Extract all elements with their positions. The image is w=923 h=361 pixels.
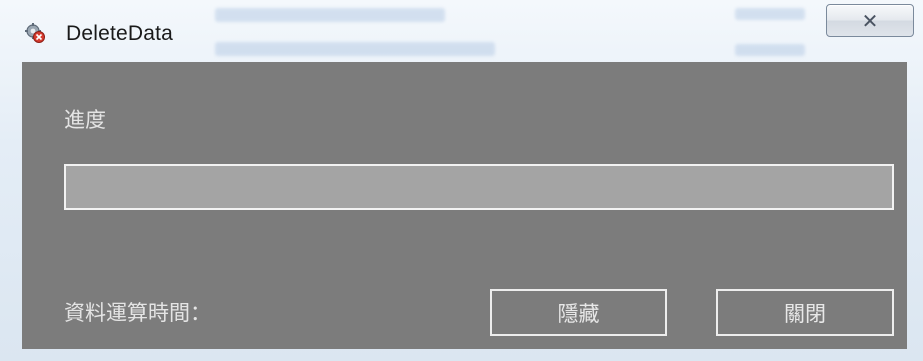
progress-label: 進度 bbox=[64, 108, 106, 132]
window-title: DeleteData bbox=[66, 22, 174, 45]
close-button[interactable]: 關閉 bbox=[716, 289, 894, 336]
title-bar[interactable]: DeleteData ✕ bbox=[0, 0, 923, 60]
deletedata-window: DeleteData ✕ 進度 資料運算時間： 隱藏 關閉 bbox=[0, 0, 923, 361]
progress-bar bbox=[64, 164, 894, 210]
dialog-client-area: 進度 資料運算時間： 隱藏 關閉 bbox=[22, 62, 907, 349]
window-close-button[interactable]: ✕ bbox=[826, 4, 914, 37]
compute-time-label: 資料運算時間： bbox=[64, 301, 211, 325]
hide-button[interactable]: 隱藏 bbox=[490, 289, 667, 336]
close-icon: ✕ bbox=[861, 8, 879, 33]
gear-delete-icon bbox=[24, 22, 46, 44]
